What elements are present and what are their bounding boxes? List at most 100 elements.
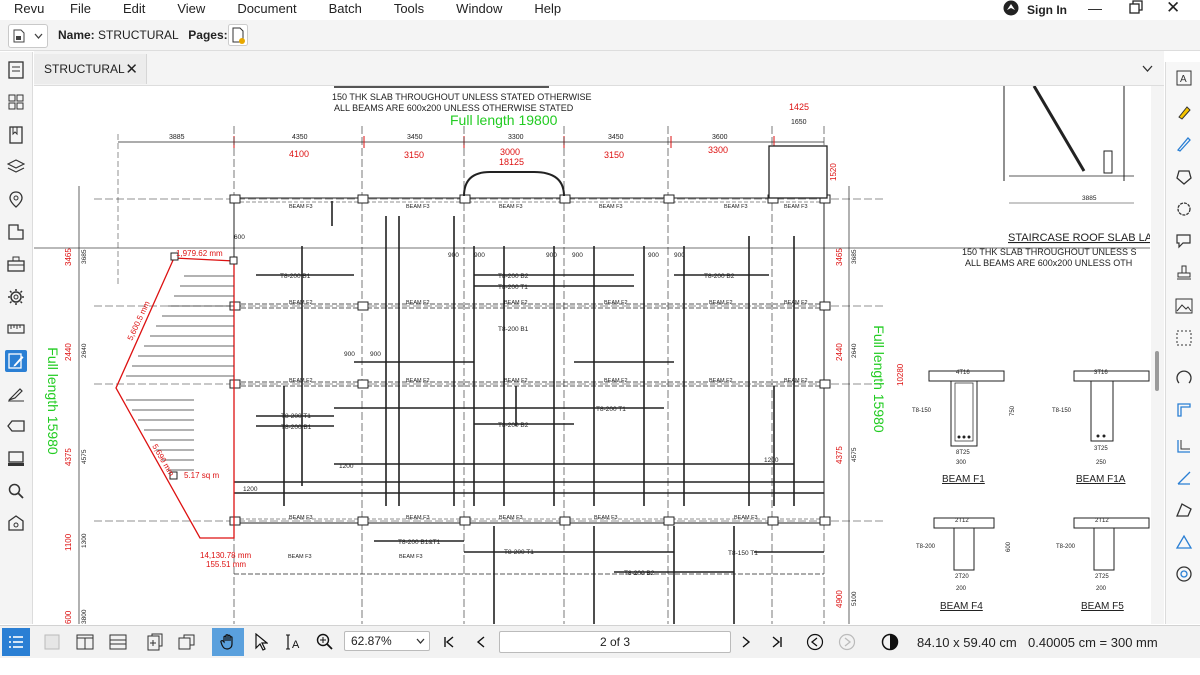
back-view-icon[interactable] — [804, 630, 826, 654]
cloud-icon[interactable] — [1174, 199, 1194, 219]
thumbnails-icon[interactable] — [5, 59, 27, 81]
markups-tag-icon[interactable] — [5, 415, 27, 437]
beam-bottom: 3T25 — [1094, 446, 1108, 452]
pan-hand-icon[interactable] — [212, 628, 244, 656]
tool-chest-icon[interactable] — [5, 253, 27, 275]
tab-label: STRUCTURAL — [44, 62, 125, 76]
search-icon[interactable] — [5, 480, 27, 502]
menu-batch[interactable]: Batch — [329, 1, 362, 16]
length-label: 900 — [474, 252, 485, 259]
dim-left: 1300 — [81, 533, 88, 548]
maximize-icon[interactable] — [1129, 0, 1143, 17]
beam-section-f4: 2T12 2T20 T8-200 200 600 BEAM F4 — [916, 517, 1012, 612]
dim-right-red: 4900 — [835, 590, 844, 608]
dim-top-red-5: 3150 — [604, 150, 624, 160]
drawing-scale[interactable]: 0.40005 cm = 300 mm — [1028, 635, 1158, 650]
menu-file[interactable]: File — [70, 1, 91, 16]
places-icon[interactable] — [5, 189, 27, 211]
studio-icon[interactable] — [5, 448, 27, 470]
dim-top-7: 1650 — [791, 119, 807, 126]
beam-label: BEAM F3 — [499, 204, 523, 210]
beam-label: BEAM F2 — [709, 378, 733, 384]
new-page-icon[interactable] — [228, 24, 248, 49]
bookmarks-icon[interactable] — [5, 124, 27, 146]
polygon-icon[interactable] — [1174, 167, 1194, 187]
compare-icon[interactable] — [176, 630, 198, 654]
angle-measure-icon[interactable] — [1174, 468, 1194, 488]
text-select-icon[interactable]: A — [282, 630, 304, 654]
signatures-icon[interactable] — [5, 383, 27, 405]
properties-gear-icon[interactable] — [5, 286, 27, 308]
menu-view[interactable]: View — [177, 1, 205, 16]
count-icon[interactable] — [1174, 564, 1194, 584]
spaces-icon[interactable] — [5, 221, 27, 243]
previous-page-icon[interactable] — [472, 630, 490, 654]
minimize-icon[interactable]: — — [1088, 0, 1102, 16]
image-icon[interactable] — [1174, 296, 1194, 316]
measurements-icon[interactable] — [5, 318, 27, 340]
beam-section-f1: 4T16 8T25 T8-150 300 750 BEAM F1 — [912, 370, 1016, 485]
arc-icon[interactable] — [1174, 368, 1194, 388]
menu-edit[interactable]: Edit — [123, 1, 145, 16]
length-measure-icon[interactable] — [1174, 436, 1194, 456]
rebar-label: T8-200 B1 — [281, 424, 312, 431]
menu-window[interactable]: Window — [456, 1, 502, 16]
markups-list-icon[interactable] — [5, 350, 27, 372]
app-menu[interactable]: Revu — [14, 1, 44, 16]
text-box-icon[interactable]: A — [1174, 68, 1194, 88]
dim-left: 3685 — [81, 249, 88, 264]
layers-icon[interactable] — [5, 156, 27, 178]
sets-icon[interactable] — [5, 512, 27, 534]
split-vertical-icon[interactable] — [74, 630, 96, 654]
chevron-down-icon[interactable] — [1142, 60, 1153, 75]
rebar-label: T8-200 T1 — [281, 413, 311, 420]
single-page-icon[interactable] — [42, 630, 62, 654]
zoom-icon[interactable] — [314, 630, 336, 654]
beam-label: BEAM F2 — [406, 300, 430, 306]
document-dropdown[interactable] — [8, 24, 48, 48]
tab-structural[interactable]: STRUCTURAL ✕ — [34, 54, 147, 84]
zoom-select[interactable]: 62.87% — [344, 631, 430, 651]
menu-help[interactable]: Help — [534, 1, 561, 16]
beam-label: BEAM F3 — [599, 204, 623, 210]
full-length-horizontal: Full length 19800 — [450, 112, 558, 128]
crop-icon[interactable] — [1174, 328, 1194, 348]
menu-tools[interactable]: Tools — [394, 1, 424, 16]
dim-left: 2640 — [81, 343, 88, 358]
contrast-icon[interactable] — [879, 630, 901, 654]
grid-icon[interactable] — [5, 91, 27, 113]
left-panel-toolbar — [0, 52, 33, 624]
close-icon[interactable]: ✕ — [1166, 0, 1180, 18]
beam-width: 200 — [1096, 586, 1107, 592]
callout-icon[interactable] — [1174, 231, 1194, 251]
svg-text:A: A — [292, 639, 300, 651]
dim-top-3: 3450 — [407, 134, 423, 141]
area-measure-icon[interactable] — [1174, 500, 1194, 520]
close-tab-icon[interactable]: ✕ — [125, 60, 138, 78]
pen-icon[interactable] — [1174, 134, 1194, 154]
sync-icon[interactable] — [144, 630, 166, 654]
rebar-label: T8-200 T1 — [504, 549, 534, 556]
structural-drawing: 150 THK SLAB THROUGHOUT UNLESS STATED OT… — [34, 86, 1150, 624]
list-menu-icon[interactable] — [2, 628, 30, 656]
next-page-icon[interactable] — [737, 630, 755, 654]
dimension-icon[interactable] — [1174, 400, 1194, 420]
menu-document[interactable]: Document — [237, 1, 296, 16]
sign-in-button[interactable]: Sign In — [1003, 0, 1067, 19]
select-arrow-icon[interactable] — [251, 630, 271, 654]
highlighter-icon[interactable] — [1174, 102, 1194, 122]
first-page-icon[interactable] — [440, 630, 458, 654]
beam-label: BEAM F3 — [734, 515, 758, 521]
forward-view-icon[interactable] — [836, 630, 858, 654]
split-horizontal-icon[interactable] — [107, 630, 129, 654]
vertical-scrollbar[interactable] — [1151, 86, 1164, 624]
last-page-icon[interactable] — [768, 630, 786, 654]
drawing-canvas[interactable]: 150 THK SLAB THROUGHOUT UNLESS STATED OT… — [34, 86, 1150, 624]
stamp-icon[interactable] — [1174, 263, 1194, 283]
perimeter-icon[interactable] — [1174, 532, 1194, 552]
scroll-thumb[interactable] — [1155, 351, 1159, 391]
page-number-field[interactable]: 2 of 3 — [499, 631, 731, 653]
horizontal-scrollbar[interactable] — [34, 658, 1164, 675]
page-indicator: 2 of 3 — [599, 635, 631, 649]
dim-top-5: 3450 — [608, 134, 624, 141]
